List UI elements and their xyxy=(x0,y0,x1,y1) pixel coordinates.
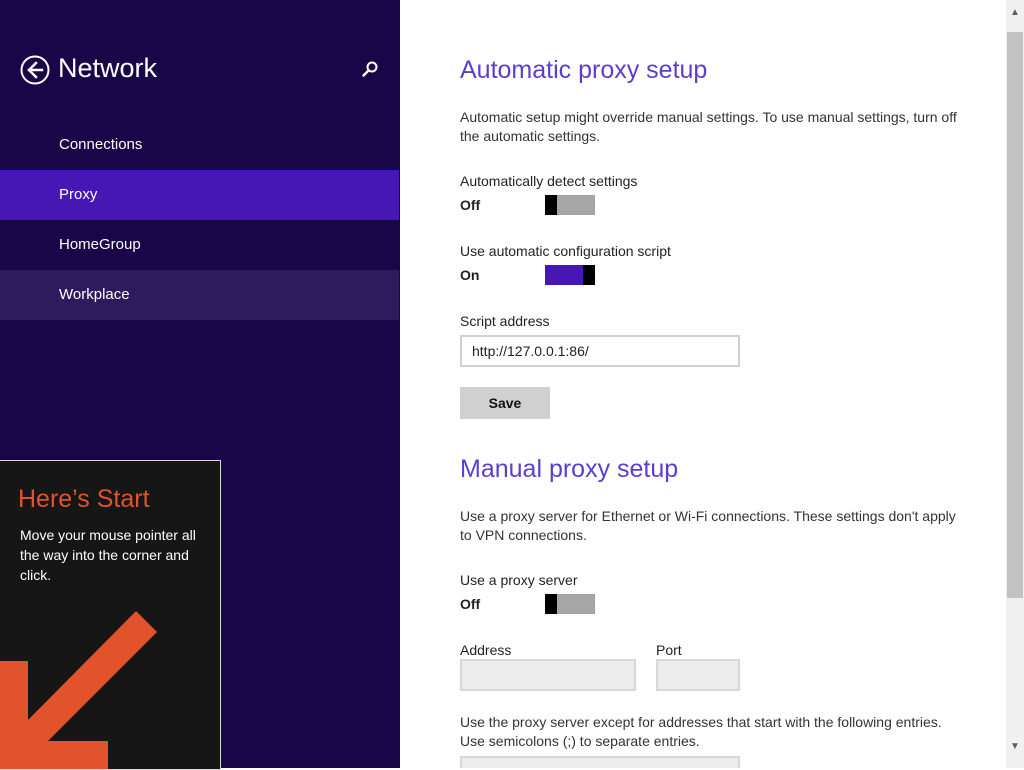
sidebar-nav: Connections Proxy HomeGroup Workplace xyxy=(0,120,399,320)
sidebar-item-homegroup[interactable]: HomeGroup xyxy=(0,220,399,270)
scrollbar[interactable]: ▲ ▼ xyxy=(1006,0,1024,768)
detect-settings-toggle[interactable] xyxy=(545,195,595,215)
save-button[interactable]: Save xyxy=(460,387,550,419)
back-arrow-icon[interactable] xyxy=(20,55,50,85)
exceptions-description: Use the proxy server except for addresse… xyxy=(460,714,942,749)
manual-proxy-title: Manual proxy setup xyxy=(460,455,679,483)
config-script-toggle[interactable] xyxy=(545,265,595,285)
port-label: Port xyxy=(656,642,682,658)
detect-settings-state: Off xyxy=(460,197,481,213)
sidebar-item-connections[interactable]: Connections xyxy=(0,120,399,170)
automatic-proxy-description: Automatic setup might override manual se… xyxy=(460,109,957,144)
config-script-label: Use automatic configuration script xyxy=(460,243,671,259)
sidebar-item-proxy[interactable]: Proxy xyxy=(0,170,399,220)
detect-settings-label: Automatically detect settings xyxy=(460,173,638,189)
use-proxy-label: Use a proxy server xyxy=(460,572,578,588)
sidebar-item-workplace[interactable]: Workplace xyxy=(0,270,399,320)
port-input[interactable] xyxy=(656,659,740,691)
page-title: Network xyxy=(58,53,158,83)
scroll-down-icon[interactable]: ▼ xyxy=(1006,738,1024,756)
address-input[interactable] xyxy=(460,659,636,691)
toggle-thumb xyxy=(583,265,595,285)
toggle-thumb xyxy=(545,195,557,215)
script-address-label: Script address xyxy=(460,313,550,329)
config-script-state: On xyxy=(460,267,480,283)
manual-proxy-description: Use a proxy server for Ethernet or Wi-Fi… xyxy=(460,508,956,543)
scroll-up-icon[interactable]: ▲ xyxy=(1006,4,1024,22)
sidebar: Network Connections Proxy HomeGroup Work… xyxy=(0,0,400,770)
script-address-input[interactable] xyxy=(460,335,740,367)
use-proxy-state: Off xyxy=(460,596,481,612)
search-icon[interactable] xyxy=(361,60,379,78)
address-label: Address xyxy=(460,642,512,658)
tip-body: Move your mouse pointer all the way into… xyxy=(20,527,196,583)
scroll-thumb[interactable] xyxy=(1007,32,1023,598)
use-proxy-toggle[interactable] xyxy=(545,594,595,614)
main-content: Automatic proxy setup Automatic setup mi… xyxy=(400,0,1006,768)
corner-arrow-icon xyxy=(0,611,157,769)
automatic-proxy-title: Automatic proxy setup xyxy=(460,56,708,84)
tip-title: Here’s Start xyxy=(18,485,150,513)
start-tip: Here’s Start Move your mouse pointer all… xyxy=(0,460,221,770)
exceptions-input[interactable] xyxy=(460,756,740,768)
toggle-thumb xyxy=(545,594,557,614)
